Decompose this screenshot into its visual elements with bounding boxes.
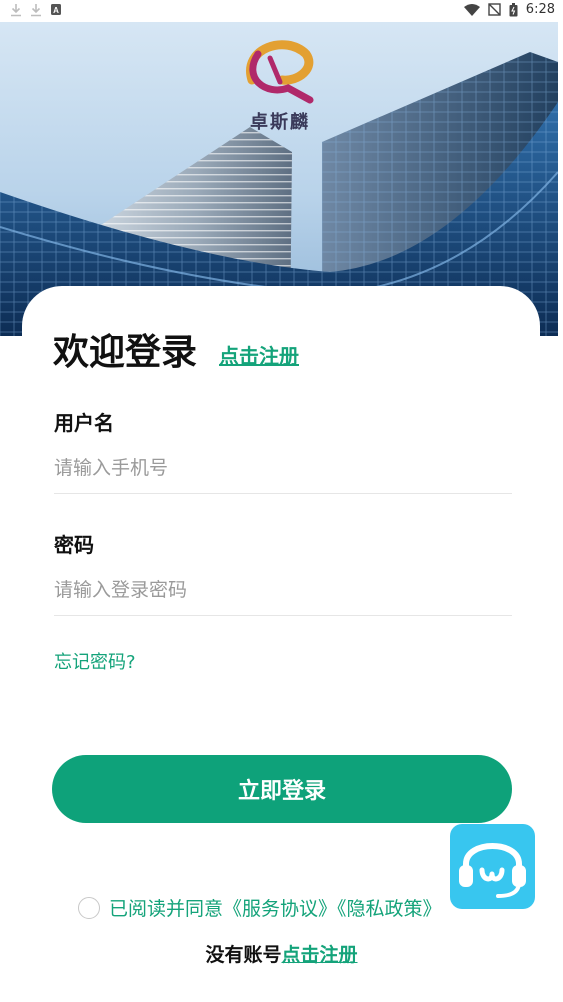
status-bar: A 6:28 bbox=[0, 0, 563, 22]
username-label: 用户名 bbox=[54, 411, 114, 435]
svg-text:A: A bbox=[53, 6, 59, 15]
download-icon bbox=[31, 4, 41, 17]
agreement-text[interactable]: 已阅读并同意《服务协议》《隐私政策》 bbox=[109, 894, 442, 921]
wifi-icon bbox=[463, 4, 480, 16]
agreement-checkbox[interactable] bbox=[78, 896, 100, 919]
register-link-top[interactable]: 点击注册 bbox=[219, 340, 299, 369]
no-sim-icon bbox=[488, 3, 501, 16]
username-input[interactable] bbox=[54, 443, 512, 494]
agreement-row: 已阅读并同意《服务协议》《隐私政策》 bbox=[78, 894, 442, 921]
a-notification-icon: A bbox=[51, 4, 61, 15]
status-time: 6:28 bbox=[525, 2, 555, 17]
footer-register: 没有账号点击注册 bbox=[0, 940, 563, 967]
download-icon bbox=[11, 4, 21, 17]
customer-service-button[interactable] bbox=[450, 824, 535, 909]
brand-name: 卓斯麟 bbox=[250, 112, 310, 133]
page-title: 欢迎登录 bbox=[53, 332, 198, 373]
forgot-password-link[interactable]: 忘记密码? bbox=[54, 648, 136, 674]
password-label: 密码 bbox=[54, 533, 94, 557]
password-input[interactable] bbox=[54, 565, 512, 616]
status-left-icons: A bbox=[10, 3, 62, 17]
battery-icon bbox=[509, 2, 518, 16]
no-account-text: 没有账号 bbox=[205, 944, 282, 966]
status-right: 6:28 bbox=[463, 2, 555, 17]
headset-icon bbox=[459, 843, 526, 898]
register-link-bottom[interactable]: 点击注册 bbox=[282, 944, 358, 966]
login-button[interactable]: 立即登录 bbox=[52, 755, 512, 823]
